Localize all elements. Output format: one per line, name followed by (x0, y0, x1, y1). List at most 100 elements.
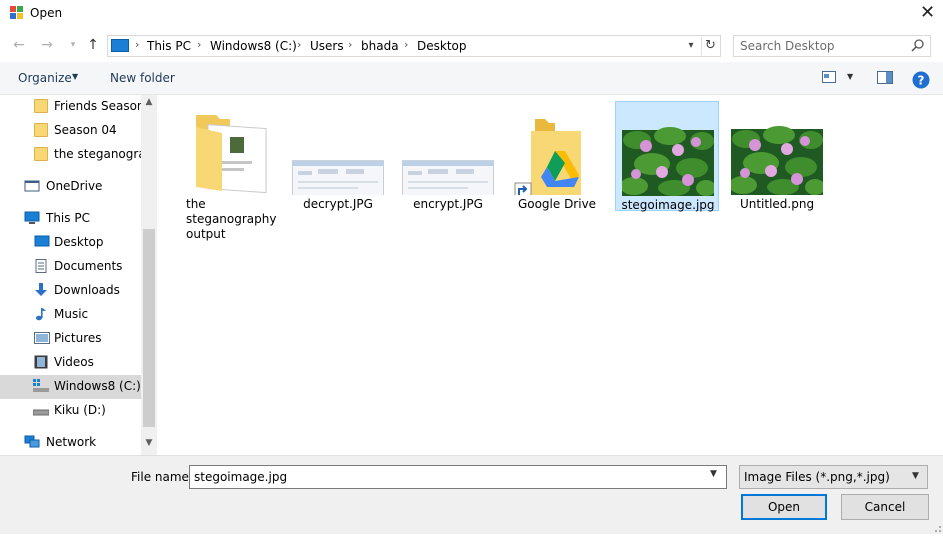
chevron-down-icon[interactable]: ▼ (847, 72, 853, 81)
file-item[interactable]: encrypt.JPG (396, 101, 500, 211)
search-placeholder: Search Desktop (740, 39, 835, 53)
sidebar-item-this-pc[interactable]: This PC (0, 207, 141, 231)
file-name: stegoimage.jpg (621, 198, 715, 212)
sidebar-item-label: the steganograp (54, 147, 141, 161)
file-item[interactable]: the steganography output (180, 101, 284, 241)
close-icon[interactable]: ✕ (912, 0, 943, 28)
file-name-label: File name: (131, 470, 193, 484)
organize-button[interactable]: Organize (18, 71, 72, 85)
sidebar-item-kiku-d[interactable]: Kiku (D:) (0, 399, 141, 423)
sidebar-item-network[interactable]: Network (0, 431, 141, 455)
up-icon[interactable]: ↑ (82, 35, 104, 55)
drive-icon (32, 403, 50, 417)
file-name: encrypt.JPG (413, 197, 483, 211)
chevron-down-icon[interactable]: ▼ (72, 72, 78, 81)
sidebar-item-label: Downloads (54, 283, 120, 297)
file-item[interactable]: Google Drive (505, 101, 609, 211)
file-name: Google Drive (517, 197, 597, 211)
search-box[interactable]: Search Desktop (733, 35, 931, 57)
file-name-field[interactable] (194, 470, 704, 484)
folder-icon (34, 99, 48, 113)
folder-icon (34, 123, 48, 137)
refresh-icon[interactable]: ↻ (701, 37, 719, 55)
network-icon (24, 435, 40, 449)
file-name-panel: File name: ▼ Image Files (*.png,*.jpg) ▼… (0, 455, 943, 534)
videos-icon (34, 355, 48, 369)
recent-locations-icon[interactable]: ▾ (62, 35, 84, 55)
sidebar-item-downloads[interactable]: Downloads (0, 279, 141, 303)
breadcrumb-separator: › (135, 38, 140, 51)
new-folder-button[interactable]: New folder (110, 71, 175, 85)
sidebar-item-label: Season 04 (54, 123, 117, 137)
back-icon[interactable]: ← (8, 35, 30, 55)
file-name-combo[interactable]: ▼ (189, 465, 727, 489)
sidebar-item-pictures[interactable]: Pictures (0, 327, 141, 351)
app-icon (10, 6, 24, 20)
preview-pane-icon[interactable] (877, 71, 893, 84)
file-type-select[interactable]: Image Files (*.png,*.jpg) ▼ (739, 465, 928, 489)
file-name: the steganography output (186, 197, 277, 241)
breadcrumb-users[interactable]: Users (310, 39, 344, 53)
search-icon[interactable] (910, 38, 926, 54)
image-thumbnail (729, 105, 825, 195)
folder-icon (34, 147, 48, 161)
change-view-icon[interactable] (822, 71, 836, 83)
sidebar-item-desktop[interactable]: Desktop (0, 231, 141, 255)
file-item[interactable]: Untitled.png (725, 101, 829, 211)
computer-icon (111, 39, 129, 52)
sidebar-item-windows8-c[interactable]: Windows8 (C:) (0, 375, 141, 399)
file-item-selected[interactable]: stegoimage.jpg (615, 101, 719, 212)
window-title: Open (30, 6, 63, 20)
forward-icon[interactable]: → (36, 35, 58, 55)
breadcrumb-separator: › (297, 38, 302, 51)
file-item[interactable]: decrypt.JPG (286, 101, 390, 211)
sidebar-item-label: Friends Season 5 (54, 99, 141, 113)
pictures-icon (34, 331, 50, 345)
chevron-up-icon[interactable]: ▲ (141, 97, 157, 111)
download-icon (34, 283, 48, 297)
command-bar: Organize ▼ New folder ▼ (0, 62, 943, 95)
music-icon (34, 307, 48, 321)
breadcrumb-separator: › (197, 38, 202, 51)
desktop-icon (34, 235, 50, 249)
breadcrumb-separator: › (348, 38, 353, 51)
sidebar-item-label: Network (46, 435, 97, 449)
chevron-down-icon[interactable]: ▼ (912, 471, 919, 481)
open-button[interactable]: Open (741, 494, 827, 520)
breadcrumb-windows8[interactable]: Windows8 (C:) (210, 39, 297, 53)
cancel-button[interactable]: Cancel (841, 494, 929, 520)
sidebar-item-music[interactable]: Music (0, 303, 141, 327)
sidebar-item-onedrive[interactable]: OneDrive (0, 175, 141, 199)
google-drive-icon (511, 105, 603, 200)
breadcrumb-this-pc[interactable]: This PC (147, 39, 191, 53)
file-list: the steganography output decrypt.JPG enc… (158, 95, 943, 455)
image-thumbnail (620, 106, 716, 196)
sidebar-item-videos[interactable]: Videos (0, 351, 141, 375)
breadcrumb-bhada[interactable]: bhada (361, 39, 399, 53)
sidebar-item-label: Music (54, 307, 89, 321)
file-type-value: Image Files (*.png,*.jpg) (744, 470, 890, 484)
sidebar-item-steganography[interactable]: the steganograp (0, 143, 141, 167)
svg-text:?: ? (918, 74, 925, 88)
breadcrumb-desktop[interactable]: Desktop (417, 39, 467, 53)
sidebar-item-label: Desktop (54, 235, 104, 249)
help-icon[interactable]: ? (912, 71, 930, 92)
file-name: Untitled.png (739, 197, 815, 211)
chevron-down-icon[interactable]: ▼ (141, 438, 157, 452)
computer-icon (24, 211, 40, 225)
title-bar: Open ✕ (0, 0, 943, 28)
address-bar[interactable]: › This PC › Windows8 (C:) › Users › bhad… (107, 35, 721, 57)
chevron-down-icon[interactable]: ▼ (710, 469, 717, 479)
sidebar-item-label: Pictures (54, 331, 102, 345)
resize-grip-icon[interactable] (930, 521, 942, 533)
onedrive-icon (24, 179, 40, 193)
sidebar-item-label: Videos (54, 355, 94, 369)
sidebar-scrollbar-thumb[interactable] (143, 229, 155, 427)
sidebar-item-label: Documents (54, 259, 123, 273)
sidebar-item-documents[interactable]: Documents (0, 255, 141, 279)
sidebar-item-season-04[interactable]: Season 04 (0, 119, 141, 143)
sidebar-item-label: Windows8 (C:) (54, 379, 141, 393)
chevron-down-icon[interactable]: ▾ (683, 37, 699, 55)
sidebar-item-label: This PC (46, 211, 90, 225)
sidebar-item-friends-season-5[interactable]: Friends Season 5 (0, 95, 141, 119)
